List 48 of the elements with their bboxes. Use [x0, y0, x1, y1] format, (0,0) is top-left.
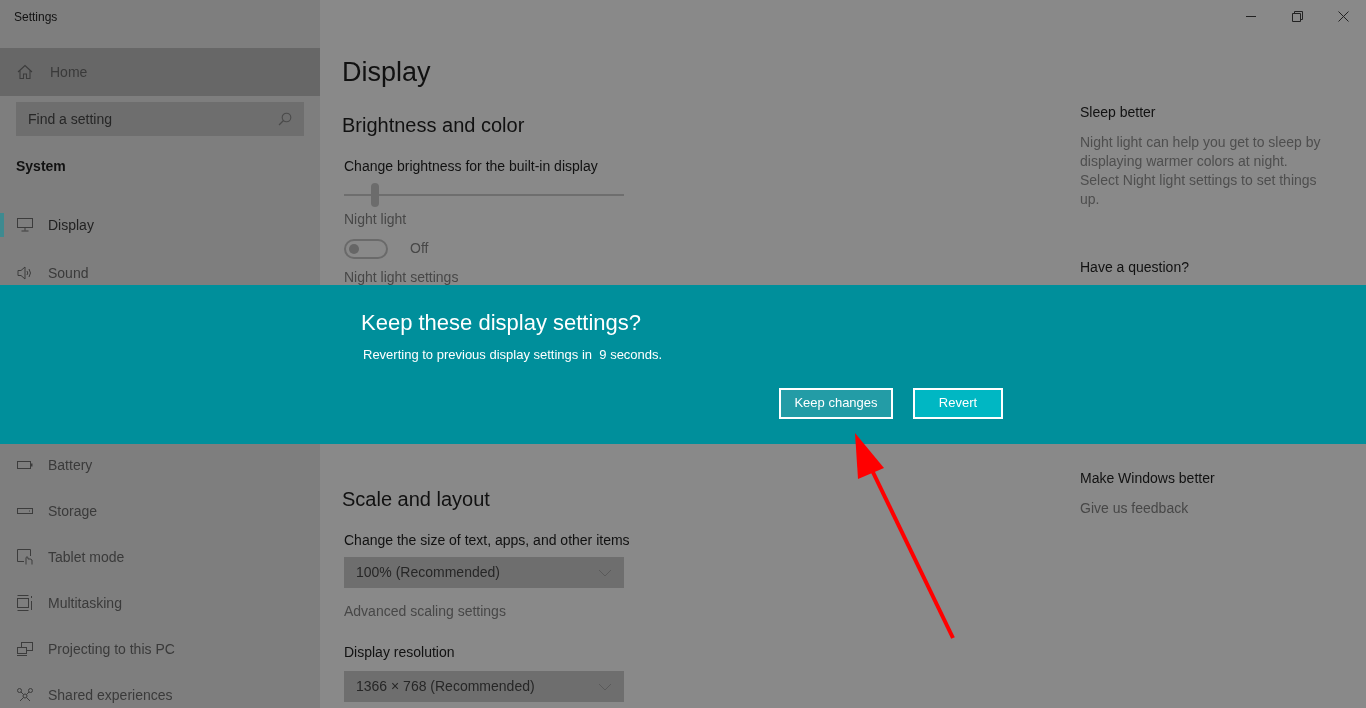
section-heading: System — [16, 156, 66, 176]
page-title: Display — [342, 56, 432, 89]
speaker-icon — [17, 266, 33, 280]
setting-label: Night light — [344, 210, 408, 229]
revert-button[interactable]: Revert — [913, 387, 1003, 419]
slider-label: Change brightness for the built-in display — [344, 157, 599, 176]
resolution-dropdown[interactable]: 1366 × 768 (Recommended) — [344, 671, 624, 702]
window-title: Settings — [14, 9, 58, 26]
tablet-touch-icon — [17, 549, 33, 565]
drive-icon — [17, 508, 33, 514]
projector-screens-icon — [17, 642, 33, 656]
minimize-icon — [1246, 15, 1256, 17]
aside-text: Night light can help you get to sleep by displaying warmer colors at night. Select Night light settings to set things up. — [1080, 133, 1322, 209]
slider-thumb[interactable] — [370, 183, 379, 207]
settings-link[interactable]: Advanced scaling settings — [344, 601, 506, 622]
feedback-link[interactable]: Give us feedback — [1080, 498, 1189, 519]
battery-icon — [17, 461, 33, 469]
close-icon — [1337, 10, 1349, 22]
sidebar-item[interactable]: Storage — [0, 499, 320, 523]
sidebar-item[interactable]: Sound — [0, 261, 320, 285]
restore-icon — [1291, 10, 1303, 22]
home-icon — [17, 64, 33, 80]
toggle-state: Off — [410, 239, 429, 258]
aside-heading: Sleep better — [1080, 103, 1157, 122]
sidebar-item[interactable]: Battery — [0, 453, 320, 477]
sidebar-item[interactable]: Projecting to this PC — [0, 637, 320, 661]
sidebar-item[interactable]: Shared experiences — [0, 683, 320, 707]
sidebar-item[interactable]: Display — [0, 213, 320, 237]
aside-heading: Have a question? — [1080, 258, 1190, 277]
setting-label: Display resolution — [344, 643, 456, 662]
section-heading: Brightness and color — [342, 113, 526, 138]
dialog-title: Keep these display settings? — [361, 309, 643, 337]
brightness-slider[interactable] — [344, 183, 624, 207]
keep-changes-button[interactable]: Keep changes — [779, 387, 893, 419]
search-icon — [278, 112, 292, 126]
sidebar-item[interactable]: Tablet mode — [0, 545, 320, 569]
monitor-icon — [17, 218, 33, 232]
dialog-message: Reverting to previous display settings in 9 seconds. — [363, 346, 664, 364]
setting-label: Change the size of text, apps, and other items — [344, 531, 631, 550]
scale-dropdown[interactable]: 100% (Recommended) — [344, 557, 624, 588]
connected-nodes-icon — [17, 688, 33, 702]
search-field[interactable]: Find a setting — [16, 102, 304, 136]
sidebar-item[interactable]: Multitasking — [0, 591, 320, 615]
multitasking-icon — [17, 595, 33, 611]
section-heading: Scale and layout — [342, 487, 491, 512]
toggle-switch[interactable] — [344, 238, 388, 259]
aside-heading: Make Windows better — [1080, 469, 1216, 488]
settings-link[interactable]: Night light settings — [344, 267, 459, 288]
